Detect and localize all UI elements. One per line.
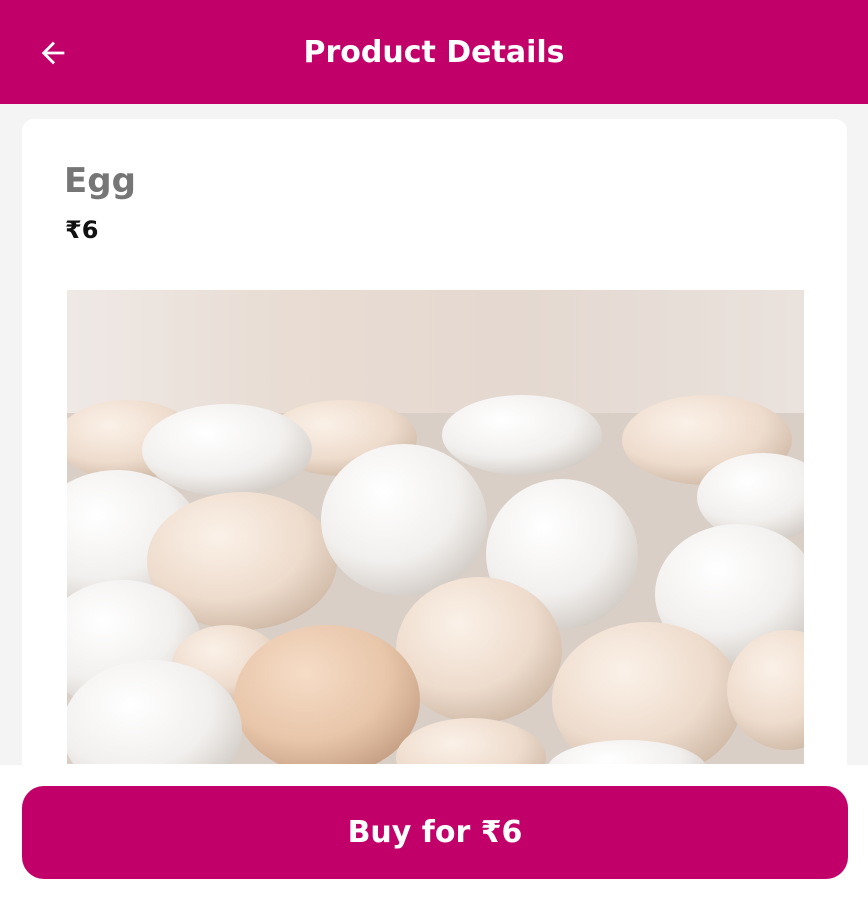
page-title: Product Details — [303, 34, 565, 70]
eggs-photo — [67, 395, 804, 764]
app-bar: Product Details — [0, 0, 868, 104]
product-image — [67, 290, 804, 764]
product-card: Egg ₹6 — [22, 119, 847, 819]
buy-button[interactable]: Buy for ₹6 — [22, 786, 848, 879]
product-price: ₹6 — [65, 216, 99, 244]
product-name: Egg — [64, 161, 136, 201]
